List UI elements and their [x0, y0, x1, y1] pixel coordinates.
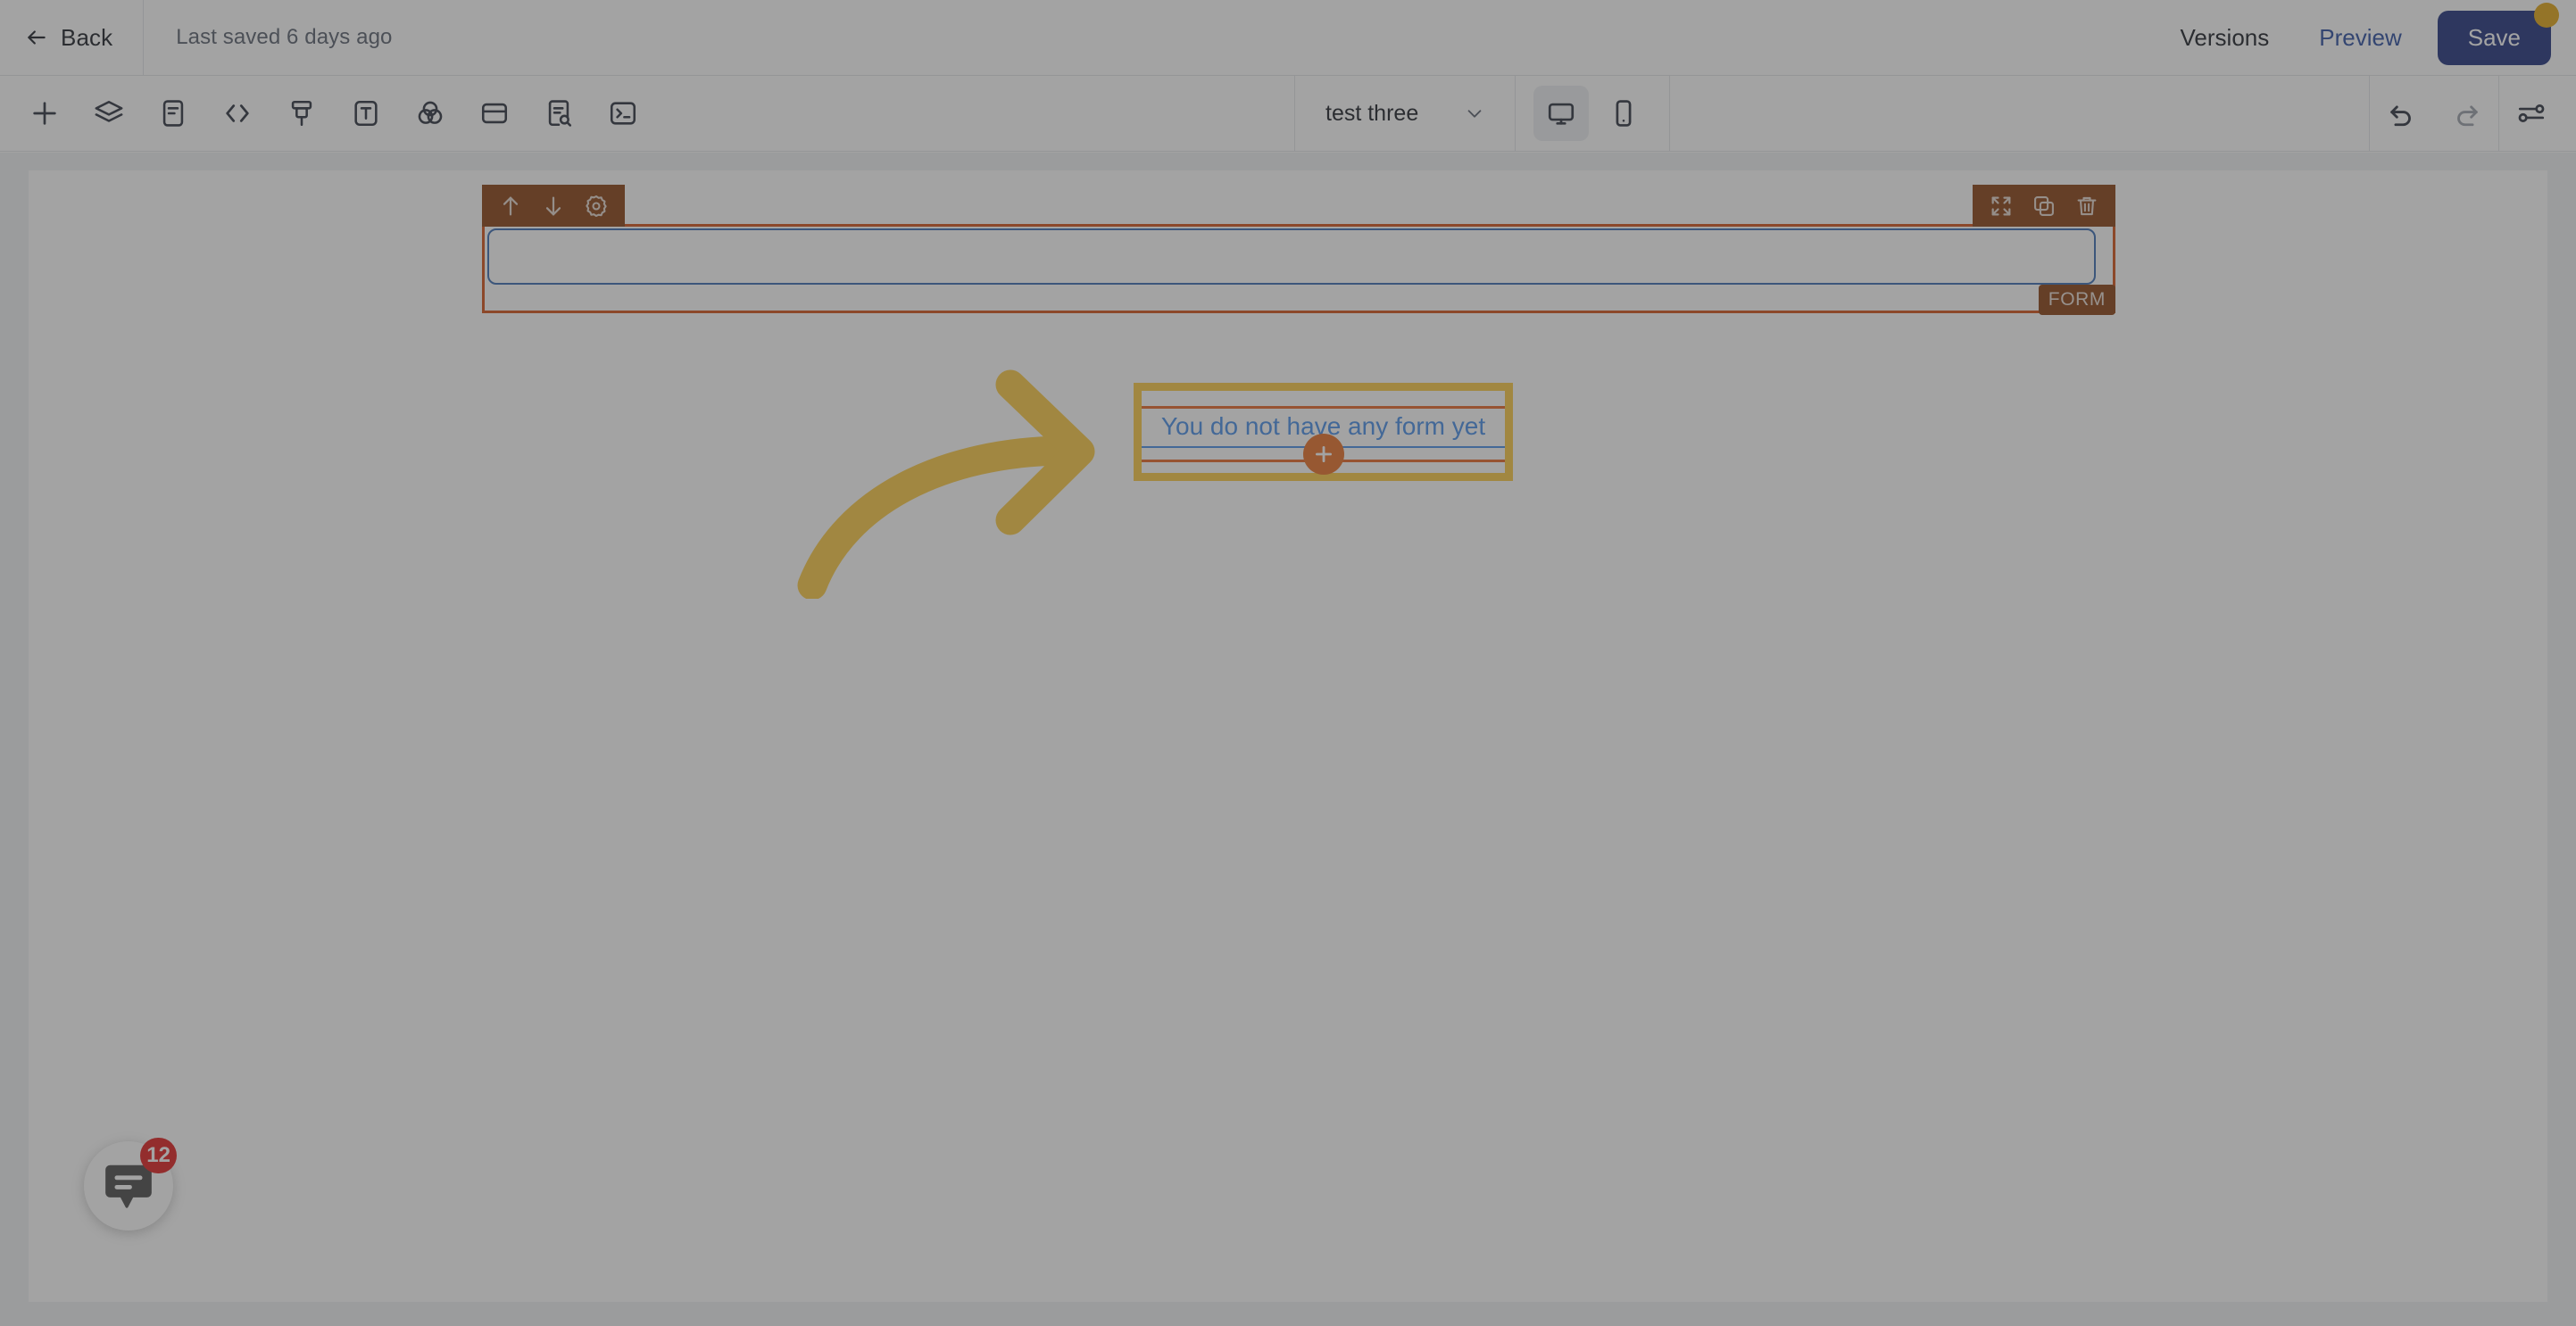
toolbar-center-group: test three — [1294, 76, 1671, 151]
form-placeholder-outline — [487, 228, 2096, 285]
block-type-tag: FORM — [2038, 285, 2115, 315]
duplicate-icon[interactable] — [2026, 188, 2062, 224]
text-icon[interactable] — [337, 85, 395, 142]
canvas-page[interactable]: FORM You do not have any form yet 12 — [29, 170, 2547, 1302]
save-unsaved-badge — [2534, 2, 2559, 28]
back-label: Back — [61, 23, 113, 51]
last-saved-status: Last saved 6 days ago — [176, 25, 393, 49]
preview-button[interactable]: Preview — [2299, 24, 2421, 52]
chevron-down-icon — [1465, 104, 1484, 123]
canvas-area[interactable]: FORM You do not have any form yet 12 — [0, 153, 2576, 1326]
highlight-line-top — [1142, 406, 1505, 409]
mobile-icon[interactable] — [1596, 86, 1651, 141]
chat-widget[interactable]: 12 — [84, 1138, 177, 1231]
document-icon[interactable] — [145, 85, 202, 142]
topbar-divider — [143, 0, 145, 75]
chat-unread-badge: 12 — [140, 1138, 177, 1173]
gear-icon[interactable] — [578, 188, 614, 224]
back-button[interactable]: Back — [25, 0, 143, 75]
expand-icon[interactable] — [1983, 188, 2019, 224]
layers-icon[interactable] — [80, 85, 137, 142]
move-down-icon[interactable] — [536, 188, 571, 224]
toolbar-divider-4 — [2369, 76, 2370, 151]
form-block-selected[interactable]: FORM — [482, 185, 2115, 315]
toolbar-divider-3 — [1669, 76, 1671, 151]
toolbar-divider-5 — [2498, 76, 2499, 151]
code-icon[interactable] — [209, 85, 266, 142]
curved-arrow-annotation — [796, 367, 1135, 601]
top-bar: Back Last saved 6 days ago Versions Prev… — [0, 0, 2576, 76]
page-selector-label: test three — [1325, 100, 1419, 126]
document-search-icon[interactable] — [530, 85, 587, 142]
brush-icon[interactable] — [273, 85, 330, 142]
desktop-icon[interactable] — [1533, 86, 1590, 141]
app-root: Back Last saved 6 days ago Versions Prev… — [0, 0, 2576, 1326]
page-selector[interactable]: test three — [1295, 76, 1515, 151]
arrow-left-icon — [25, 26, 48, 49]
versions-button[interactable]: Versions — [2150, 24, 2300, 52]
redo-icon[interactable] — [2438, 85, 2495, 142]
settings-sliders-icon[interactable] — [2503, 85, 2560, 142]
move-up-icon[interactable] — [493, 188, 528, 224]
toolbar-left-group — [0, 76, 655, 151]
undo-icon[interactable] — [2373, 85, 2431, 142]
tool-bar: test three — [0, 76, 2576, 152]
add-form-icon[interactable] — [1302, 434, 1344, 475]
topbar-actions: Versions Preview Save — [2150, 0, 2576, 75]
highlight-callout-box: You do not have any form yet — [1134, 383, 1513, 481]
terminal-icon[interactable] — [594, 85, 652, 142]
save-button-wrap: Save — [2437, 2, 2559, 65]
toolbar-right-group — [2369, 76, 2576, 151]
device-toggle-group — [1516, 76, 1669, 151]
panel-icon[interactable] — [466, 85, 523, 142]
theme-icon[interactable] — [402, 85, 459, 142]
add-icon[interactable] — [16, 85, 73, 142]
block-controls-left — [482, 185, 625, 227]
trash-icon[interactable] — [2069, 188, 2105, 224]
block-controls-right — [1973, 185, 2115, 227]
